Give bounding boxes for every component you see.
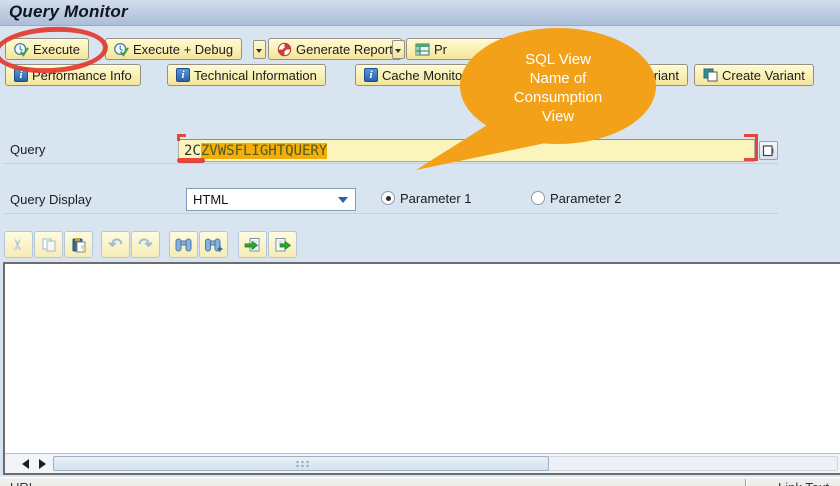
info-icon: i [364, 68, 378, 82]
output-text-area[interactable] [3, 262, 840, 475]
query-selected-text: ZVWSFLIGHTQUERY [200, 142, 328, 159]
doc-arrow-in-icon [244, 237, 260, 251]
redo-icon: ↷ [138, 234, 153, 254]
callout-line-1: SQL View [525, 51, 591, 68]
callout-balloon: SQL View Name of Consumption View [416, 28, 656, 170]
copy-button[interactable] [34, 231, 63, 258]
undo-icon: ↶ [108, 234, 123, 254]
query-prefix-text: 2C [184, 142, 201, 159]
callout-line-3: Consumption [514, 89, 602, 106]
scroll-left-arrow[interactable] [17, 459, 29, 469]
info-icon: i [176, 68, 190, 82]
technical-information-label: Technical Information [194, 67, 317, 83]
red-corner-annotation [177, 134, 186, 141]
scrollbar-thumb[interactable] [53, 456, 549, 471]
status-bar: URL Link Text [0, 477, 840, 486]
upload-button[interactable] [238, 231, 267, 258]
parameter2-radio[interactable] [531, 191, 545, 205]
parameter2-label[interactable]: Parameter 2 [550, 191, 622, 206]
find-button[interactable] [169, 231, 198, 258]
paste-button[interactable] [64, 231, 93, 258]
sap-query-monitor-screen: Query Monitor Execute Execute + Debug Ge… [0, 0, 840, 486]
binoculars-plus-icon [204, 238, 222, 251]
create-variant-button[interactable]: Create Variant [694, 64, 814, 86]
doc-arrow-out-icon [275, 237, 291, 251]
triangle-down-icon [256, 49, 262, 56]
row-divider [4, 213, 778, 214]
horizontal-scrollbar[interactable] [5, 453, 840, 473]
callout-line-4: View [542, 108, 574, 125]
page-title: Query Monitor [9, 2, 128, 21]
scroll-right-arrow[interactable] [39, 459, 51, 469]
status-url-label: URL [10, 480, 36, 486]
cut-button[interactable]: ✂ [4, 231, 33, 258]
technical-information-button[interactable]: i Technical Information [167, 64, 326, 86]
status-right-label: Link Text [778, 480, 829, 486]
download-button[interactable] [268, 231, 297, 258]
generate-report-button-label: Generate Report [296, 41, 393, 57]
callout-line-2: Name of [530, 70, 588, 87]
query-display-value: HTML [193, 192, 229, 207]
red-underline-annotation [177, 158, 205, 163]
generate-report-menu-arrow[interactable] [392, 40, 405, 59]
query-display-dropdown[interactable]: HTML [186, 188, 356, 211]
execute-debug-menu-arrow[interactable] [253, 40, 266, 59]
generate-ball-icon [277, 42, 292, 56]
scissors-icon: ✂ [9, 238, 27, 251]
execute-debug-clock-icon [114, 42, 129, 57]
create-variant-label: Create Variant [722, 67, 805, 83]
binoculars-icon [175, 238, 192, 251]
find-next-button[interactable] [199, 231, 228, 258]
dropdown-arrow-icon [338, 197, 348, 208]
parameter1-radio[interactable] [381, 191, 395, 205]
overlapping-squares-icon [703, 68, 718, 82]
undo-button[interactable]: ↶ [101, 231, 130, 258]
execute-debug-button-label: Execute + Debug [133, 41, 234, 57]
execute-debug-button[interactable]: Execute + Debug [105, 38, 243, 60]
query-display-label: Query Display [10, 192, 92, 207]
value-help-button[interactable] [759, 141, 778, 160]
redo-button[interactable]: ↷ [131, 231, 160, 258]
scrollbar-grip-dots [295, 460, 309, 469]
paste-icon [72, 237, 85, 252]
red-bracket-annotation [744, 134, 758, 161]
copy-icon [42, 238, 55, 251]
triangle-down-icon [395, 49, 401, 56]
status-divider [745, 479, 746, 486]
generate-report-button[interactable]: Generate Report [268, 38, 402, 60]
query-label: Query [10, 142, 46, 157]
value-help-icon [762, 145, 774, 157]
parameter1-label[interactable]: Parameter 1 [400, 191, 472, 206]
